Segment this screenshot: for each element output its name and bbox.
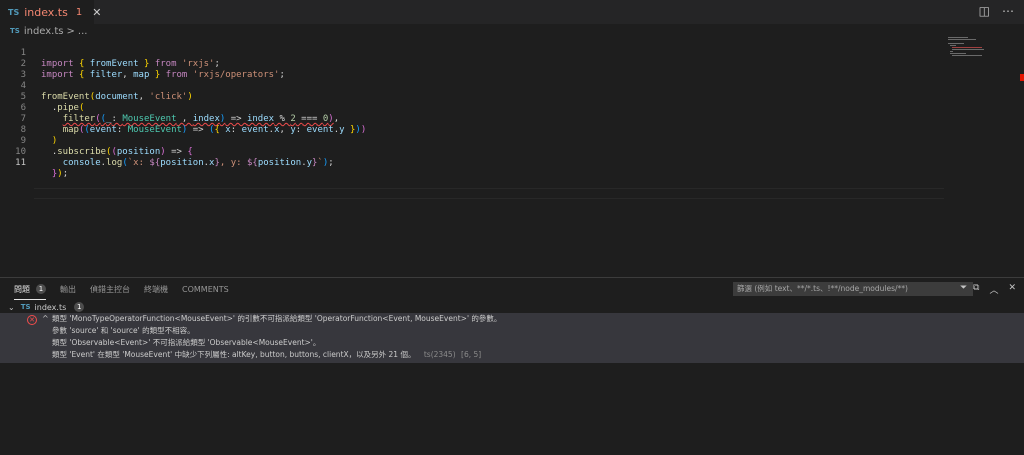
code-line: 9 .subscribe((position) => {: [0, 125, 945, 157]
tab-index-ts[interactable]: TS index.ts 1 ✕: [0, 0, 101, 24]
split-editor-icon[interactable]: ◫: [979, 4, 990, 18]
current-line-highlight: [34, 188, 944, 199]
filter-icon[interactable]: ⏷: [960, 283, 967, 293]
typescript-file-icon: TS: [10, 27, 20, 35]
breadcrumb-more[interactable]: ...: [78, 26, 88, 37]
error-icon: ✕: [27, 315, 37, 325]
line-number: 11: [15, 158, 26, 168]
minimap[interactable]: [945, 37, 1015, 277]
close-panel-icon[interactable]: ✕: [1008, 283, 1016, 296]
problem-message-text: 類型 'Event' 在類型 'MouseEvent' 中缺少下列屬性: alt…: [52, 350, 416, 359]
tab-comments[interactable]: COMMENTS: [182, 278, 229, 300]
editor-tab-bar: TS index.ts 1 ✕ ◫ ⋯: [0, 0, 1024, 24]
code-line: 1 import { fromEvent } from 'rxjs';: [0, 37, 945, 69]
panel-tab-bar: 問題 1 輸出 偵錯主控台 終端機 COMMENTS: [0, 278, 229, 300]
tab-terminal[interactable]: 終端機: [144, 278, 168, 300]
chevron-up-icon[interactable]: ^: [42, 314, 49, 323]
tab-label: 偵錯主控台: [90, 284, 130, 294]
tab-label: 終端機: [144, 284, 168, 294]
more-actions-icon[interactable]: ⋯: [1002, 4, 1014, 18]
chevron-down-icon[interactable]: ⌄: [8, 303, 15, 312]
code-line: 10 console.log(`x: ${position.x}, y: ${p…: [0, 136, 945, 168]
bottom-panel: 問題 1 輸出 偵錯主控台 終端機 COMMENTS 篩選 (例如 text、*…: [0, 277, 1024, 455]
code-line: 2 import { filter, map } from 'rxjs/oper…: [0, 48, 945, 80]
breadcrumb-file[interactable]: index.ts: [24, 26, 64, 37]
code-editor[interactable]: 1 import { fromEvent } from 'rxjs'; 2 im…: [0, 37, 945, 277]
error-scroll-marker: [1020, 74, 1024, 81]
breadcrumb-separator: >: [66, 25, 75, 37]
typescript-file-icon: TS: [8, 7, 20, 17]
tab-label: 問題: [14, 284, 30, 294]
problem-message-line: 類型 'MonoTypeOperatorFunction<MouseEvent>…: [52, 314, 502, 323]
file-problem-count: 1: [74, 302, 85, 312]
code-line: 4 fromEvent(document, 'click'): [0, 70, 945, 102]
code-line: 5 .pipe(: [0, 81, 945, 113]
code-line: 6 filter((_: MouseEvent , index) => inde…: [0, 92, 945, 124]
tab-label: COMMENTS: [182, 284, 229, 294]
problem-file-row[interactable]: ⌄ TS index.ts 1: [0, 301, 1024, 313]
tab-problem-count: 1: [75, 6, 83, 18]
tab-debug-console[interactable]: 偵錯主控台: [90, 278, 130, 300]
problem-message-line: 類型 'Observable<Event>' 不可指派給類型 'Observab…: [52, 338, 321, 347]
tab-label: 輸出: [60, 284, 76, 294]
code-line: 3: [0, 59, 945, 80]
tab-output[interactable]: 輸出: [60, 278, 76, 300]
problem-message-line: 參數 'source' 和 'source' 的類型不相容。: [52, 326, 195, 335]
problem-file-name: index.ts: [34, 302, 67, 312]
tab-label: index.ts: [24, 5, 68, 19]
close-icon[interactable]: ✕: [92, 6, 101, 19]
problem-message-line: 類型 'Event' 在類型 'MouseEvent' 中缺少下列屬性: alt…: [52, 349, 481, 361]
typescript-file-icon: TS: [20, 303, 31, 311]
problem-count-badge: 1: [36, 284, 46, 294]
problem-code: ts(2345): [423, 350, 456, 359]
code-line: 8 ): [0, 114, 945, 146]
maximize-panel-icon[interactable]: ︿: [989, 283, 998, 296]
problem-position: [6, 5]: [461, 350, 482, 359]
collapse-all-icon[interactable]: ⧉: [973, 283, 979, 296]
problem-item[interactable]: ✕ ^ 類型 'MonoTypeOperatorFunction<MouseEv…: [0, 313, 1024, 363]
code-line: 11 });: [0, 147, 945, 179]
breadcrumb: TS index.ts > ...: [0, 24, 1024, 38]
code-line: 7 map((event: MouseEvent) => ({ x: event…: [0, 103, 945, 135]
problems-filter-input[interactable]: 篩選 (例如 text、**/*.ts、!**/node_modules/**): [733, 282, 973, 296]
tab-problems[interactable]: 問題 1: [14, 278, 46, 300]
